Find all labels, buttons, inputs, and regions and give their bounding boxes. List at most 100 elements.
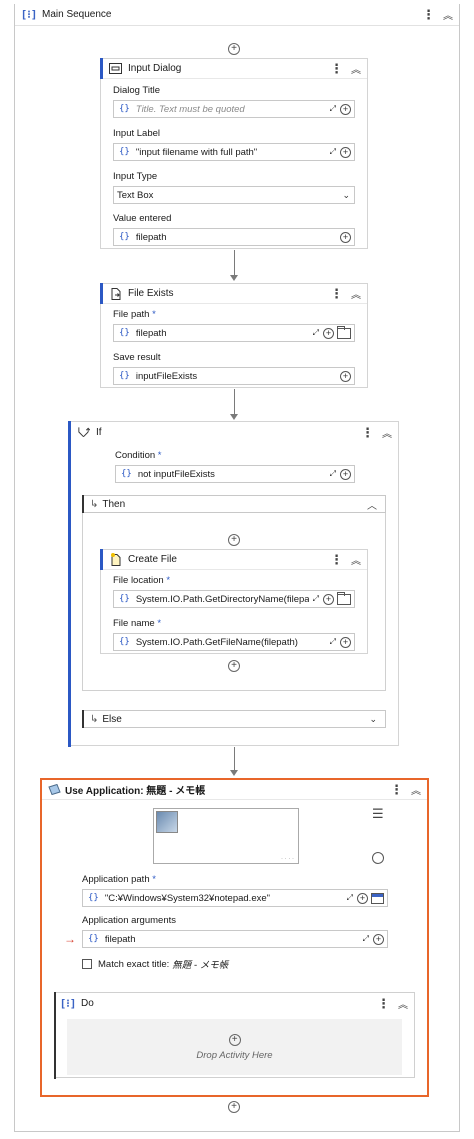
add-activity-do-icon[interactable]: + [228, 1033, 241, 1046]
file-name-input[interactable]: System.IO.Path.GetFileName(filepath) [136, 637, 326, 648]
if-collapse-icon[interactable]: ︽ [382, 425, 392, 440]
expand-icon[interactable]: ⤢ [330, 637, 336, 647]
condition-input[interactable]: not inputFileExists [138, 469, 326, 480]
drop-activity-zone[interactable]: + Drop Activity Here [67, 1019, 402, 1075]
add-variable-icon[interactable]: + [373, 933, 384, 945]
use-application-header[interactable]: Use Application: 無題 - メモ帳 ⋮ ︽ [42, 780, 427, 800]
connector-arrow [230, 414, 238, 420]
file-exists-icon [109, 287, 122, 300]
do-label: Do [81, 997, 94, 1009]
use-application-collapse-icon[interactable]: ︽ [411, 782, 421, 797]
add-variable-icon[interactable]: + [357, 892, 368, 904]
folder-icon[interactable] [337, 325, 351, 339]
expression-icon: {} [119, 371, 130, 381]
value-entered-field[interactable]: {} filepath + [113, 228, 355, 246]
indicate-target-icon[interactable] [372, 852, 384, 864]
do-menu-icon[interactable]: ⋮ [377, 997, 390, 1010]
if-header[interactable]: If ⋮ ︽ [69, 422, 398, 442]
then-collapse-icon[interactable]: ︿ [367, 497, 377, 512]
input-dialog-title: Input Dialog [128, 63, 182, 74]
do-collapse-icon[interactable]: ︽ [398, 996, 408, 1011]
match-title-row: Match exact title: 無題 - メモ帳 [82, 957, 228, 971]
add-variable-icon[interactable]: + [340, 468, 351, 480]
dialog-title-input[interactable]: Title. Text must be quoted [136, 104, 326, 115]
expand-icon[interactable]: ⤢ [330, 104, 336, 114]
expand-icon[interactable]: ⤢ [347, 893, 353, 903]
main-sequence-title: Main Sequence [42, 9, 112, 20]
hamburger-menu-icon[interactable]: ☰ [372, 806, 384, 822]
branch-icon [77, 427, 90, 438]
create-file-menu-icon[interactable]: ⋮ [330, 553, 343, 566]
file-exists-collapse-icon[interactable]: ︽ [351, 286, 361, 301]
app-path-field[interactable]: {} "C:¥Windows¥System32¥notepad.exe" ⤢ + [82, 889, 388, 907]
add-variable-icon[interactable]: + [340, 103, 351, 115]
create-file-collapse-icon[interactable]: ︽ [351, 552, 361, 567]
input-type-select[interactable]: Text Box ⌄ [113, 186, 355, 204]
create-file-header[interactable]: Create File ⋮ ︽ [100, 549, 367, 570]
add-variable-icon[interactable]: + [340, 636, 351, 648]
file-location-input[interactable]: System.IO.Path.GetDirectoryName(filepath… [136, 594, 309, 605]
input-label-field[interactable]: {} "input filename with full path" ⤢ + [113, 143, 355, 161]
input-dialog-collapse-icon[interactable]: ︽ [351, 61, 361, 76]
add-activity-top-icon[interactable]: + [228, 43, 240, 55]
create-file-card[interactable]: Create File ⋮ ︽ File location * {} Syste… [100, 549, 368, 654]
add-variable-icon[interactable]: + [323, 593, 334, 605]
else-expand-icon[interactable]: ⌄ [369, 714, 377, 725]
main-sequence-header[interactable]: [⁝] Main Sequence ⋮ ︽ [15, 4, 459, 26]
match-title-checkbox[interactable] [82, 959, 92, 969]
main-sequence-menu-icon[interactable]: ⋮ [422, 8, 435, 21]
file-location-field[interactable]: {} System.IO.Path.GetDirectoryName(filep… [113, 590, 355, 608]
add-variable-icon[interactable]: + [323, 327, 334, 339]
app-screenshot-preview[interactable]: · · · · [153, 808, 299, 864]
file-exists-card[interactable]: File Exists ⋮ ︽ File path * {} filepath … [100, 283, 368, 388]
save-result-input[interactable]: inputFileExists [136, 371, 340, 382]
if-menu-icon[interactable]: ⋮ [361, 426, 374, 439]
browse-app-icon[interactable] [371, 892, 384, 904]
input-dialog-icon [109, 63, 122, 74]
chevron-down-icon: ⌄ [342, 189, 350, 200]
add-variable-icon[interactable]: + [340, 231, 351, 243]
use-application-menu-icon[interactable]: ⋮ [390, 783, 403, 796]
add-variable-icon[interactable]: + [340, 146, 351, 158]
app-args-field[interactable]: {} filepath ⤢ + [82, 930, 388, 948]
expand-icon[interactable]: ⤢ [363, 934, 369, 944]
input-dialog-header[interactable]: Input Dialog ⋮ ︽ [100, 58, 367, 79]
use-application-card[interactable]: Use Application: 無題 - メモ帳 ⋮ ︽ · · · · ☰ … [40, 778, 429, 1097]
do-header[interactable]: [⁝] Do ⋮ ︽ [55, 993, 414, 1013]
dialog-title-field[interactable]: {} Title. Text must be quoted ⤢ + [113, 100, 355, 118]
application-icon [48, 784, 61, 795]
expression-icon: {} [119, 328, 130, 338]
sequence-icon: [⁝] [20, 8, 38, 21]
save-result-label: Save result [113, 352, 161, 363]
add-activity-then-bottom-icon[interactable]: + [228, 660, 240, 672]
add-activity-then-top-icon[interactable]: + [228, 534, 240, 546]
else-label: Else [102, 713, 122, 725]
expand-icon[interactable]: ⤢ [330, 469, 336, 479]
create-file-title: Create File [128, 554, 177, 565]
app-args-input[interactable]: filepath [105, 934, 359, 945]
add-variable-icon[interactable]: + [340, 370, 351, 382]
else-header[interactable]: ↳ Else ⌄ [82, 710, 386, 728]
expand-icon[interactable]: ⤢ [313, 328, 319, 338]
app-path-input[interactable]: "C:¥Windows¥System32¥notepad.exe" [105, 893, 343, 904]
expand-icon[interactable]: ⤢ [313, 594, 319, 604]
folder-icon[interactable] [337, 591, 351, 605]
file-exists-menu-icon[interactable]: ⋮ [330, 287, 343, 300]
input-dialog-card[interactable]: Input Dialog ⋮ ︽ Dialog Title {} Title. … [100, 58, 368, 249]
file-name-field[interactable]: {} System.IO.Path.GetFileName(filepath) … [113, 633, 355, 651]
expand-icon[interactable]: ⤢ [330, 147, 336, 157]
value-entered-input[interactable]: filepath [136, 232, 340, 243]
file-path-field[interactable]: {} filepath ⤢ + [113, 324, 355, 342]
app-args-label: Application arguments [82, 915, 176, 926]
add-activity-bottom-icon[interactable]: + [228, 1101, 240, 1113]
save-result-field[interactable]: {} inputFileExists + [113, 367, 355, 385]
condition-label: Condition * [115, 450, 162, 461]
input-label-input[interactable]: "input filename with full path" [136, 147, 326, 158]
file-exists-header[interactable]: File Exists ⋮ ︽ [100, 283, 367, 304]
match-title-label: Match exact title: [98, 958, 170, 970]
condition-field[interactable]: {} not inputFileExists ⤢ + [115, 465, 355, 483]
input-dialog-menu-icon[interactable]: ⋮ [330, 62, 343, 75]
main-sequence-collapse-icon[interactable]: ︽ [443, 7, 453, 22]
file-path-input[interactable]: filepath [136, 328, 309, 339]
then-header[interactable]: ↳ Then ︿ [82, 495, 386, 513]
